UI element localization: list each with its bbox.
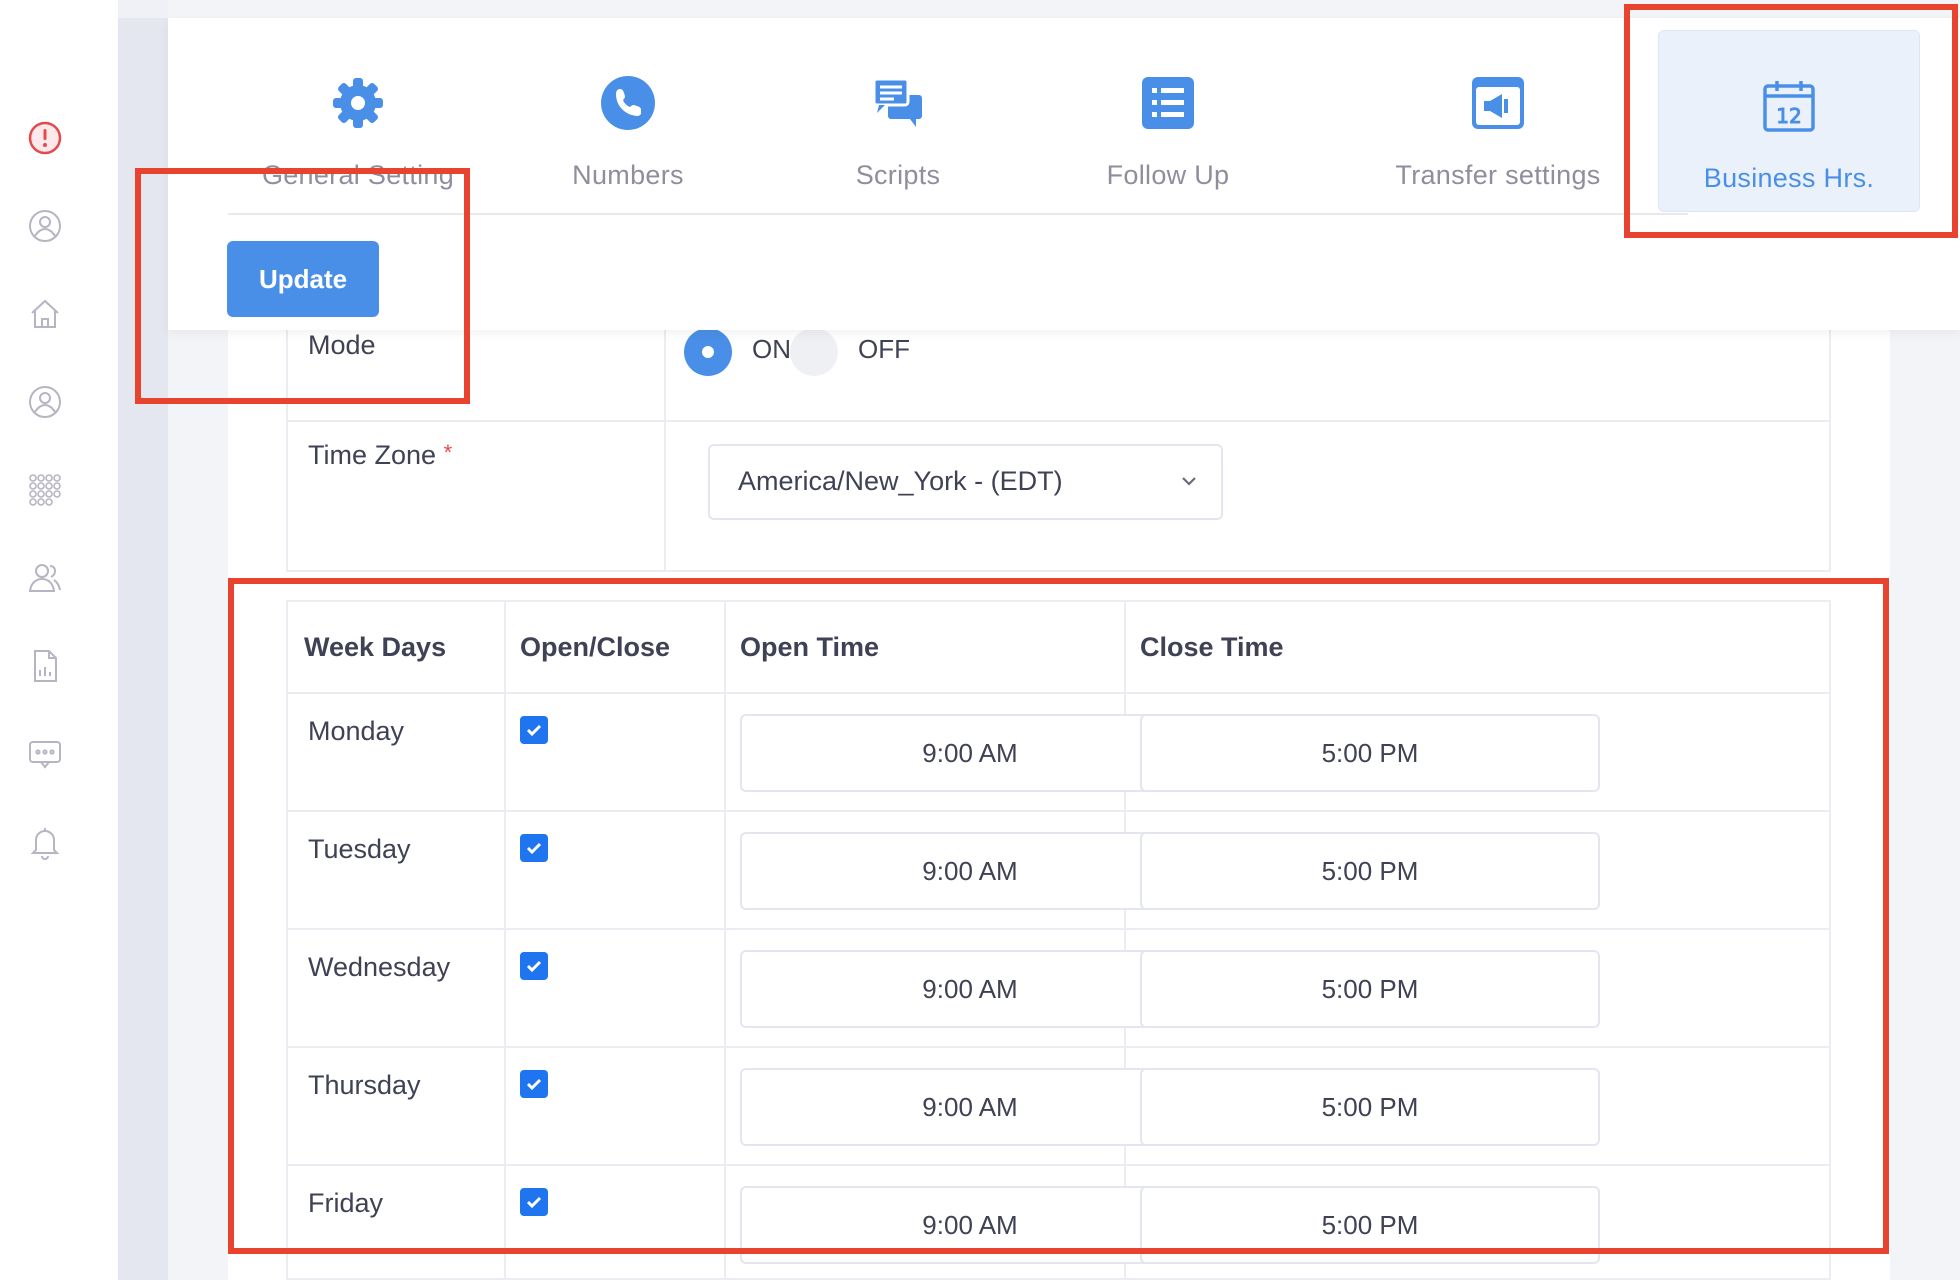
close-time-input[interactable]: 5:00 PM: [1140, 1068, 1600, 1146]
table-row-thursday: Thursday 9:00 AM 5:00 PM: [288, 1048, 1829, 1166]
tab-scripts[interactable]: Scripts: [778, 28, 1018, 218]
dots-grid-icon[interactable]: [25, 470, 65, 510]
tab-numbers[interactable]: Numbers: [508, 28, 748, 218]
settings-header: General Setting Numbers Scripts Follow U…: [168, 18, 1960, 330]
sidebar-gutter-shadow: [118, 18, 168, 1280]
svg-text:12: 12: [1776, 104, 1801, 128]
gear-icon: [328, 73, 388, 133]
timezone-row: Time Zone * America/New_York - (EDT): [288, 422, 1829, 572]
check-icon: [526, 960, 542, 973]
open-checkbox[interactable]: [520, 1188, 548, 1216]
check-icon: [526, 842, 542, 855]
tab-general-setting[interactable]: General Setting: [233, 28, 483, 218]
open-time-input[interactable]: 9:00 AM: [740, 1068, 1200, 1146]
column-divider: [664, 422, 666, 570]
open-time-input[interactable]: 9:00 AM: [740, 832, 1200, 910]
table-row-wednesday: Wednesday 9:00 AM 5:00 PM: [288, 930, 1829, 1048]
open-checkbox[interactable]: [520, 1070, 548, 1098]
tab-business-hrs[interactable]: 12 Business Hrs.: [1658, 30, 1920, 212]
close-time-input[interactable]: 5:00 PM: [1140, 714, 1600, 792]
business-hours-table: Week Days Open/Close Open Time Close Tim…: [286, 600, 1831, 1280]
tab-label: Transfer settings: [1395, 160, 1601, 190]
list-icon: [1138, 73, 1198, 133]
open-time-input[interactable]: 9:00 AM: [740, 714, 1200, 792]
close-time-input[interactable]: 5:00 PM: [1140, 950, 1600, 1028]
check-icon: [526, 1196, 542, 1209]
chevron-down-icon: [1182, 477, 1196, 486]
alert-circle-icon[interactable]: [25, 118, 65, 158]
timezone-select[interactable]: America/New_York - (EDT): [708, 444, 1223, 520]
open-checkbox[interactable]: [520, 952, 548, 980]
table-row-friday: Friday 9:00 AM 5:00 PM: [288, 1166, 1829, 1280]
settings-form: Mode ON OFF Time Zone * America/New_York…: [286, 328, 1831, 572]
mode-off-radio[interactable]: [790, 328, 838, 376]
required-mark: *: [443, 440, 453, 465]
check-icon: [526, 1078, 542, 1091]
user-circle-icon[interactable]: [25, 206, 65, 246]
day-label: Monday: [308, 716, 405, 746]
header-open-time: Open Time: [740, 632, 880, 662]
users-icon[interactable]: [25, 558, 65, 598]
day-label: Friday: [308, 1188, 384, 1218]
open-time-input[interactable]: 9:00 AM: [740, 1186, 1200, 1264]
update-button[interactable]: Update: [227, 241, 379, 317]
tab-label: Business Hrs.: [1703, 163, 1875, 193]
tab-transfer-settings[interactable]: Transfer settings: [1373, 28, 1623, 218]
header-open-close: Open/Close: [520, 632, 671, 662]
close-time-input[interactable]: 5:00 PM: [1140, 1186, 1600, 1264]
close-time-input[interactable]: 5:00 PM: [1140, 832, 1600, 910]
check-icon: [526, 724, 542, 737]
mode-row: Mode ON OFF: [288, 328, 1829, 422]
mode-on-radio[interactable]: [684, 328, 732, 376]
header-week-days: Week Days: [304, 632, 447, 662]
day-label: Wednesday: [308, 952, 451, 982]
mode-off-label: OFF: [858, 334, 910, 364]
chat-icon[interactable]: [25, 734, 65, 774]
tab-label: Numbers: [572, 160, 684, 190]
header-close-time: Close Time: [1140, 632, 1284, 662]
mode-label: Mode: [308, 330, 376, 360]
user-circle-icon[interactable]: [25, 382, 65, 422]
day-label: Tuesday: [308, 834, 411, 864]
open-checkbox[interactable]: [520, 716, 548, 744]
phone-icon: [598, 73, 658, 133]
timezone-label: Time Zone *: [308, 440, 452, 471]
open-time-input[interactable]: 9:00 AM: [740, 950, 1200, 1028]
mode-on-label: ON: [752, 334, 791, 364]
day-label: Thursday: [308, 1070, 421, 1100]
timezone-label-text: Time Zone: [308, 440, 437, 470]
megaphone-icon: [1468, 73, 1528, 133]
tab-follow-up[interactable]: Follow Up: [1048, 28, 1288, 218]
table-header-row: Week Days Open/Close Open Time Close Tim…: [288, 602, 1829, 694]
table-row-monday: Monday 9:00 AM 5:00 PM: [288, 694, 1829, 812]
sidebar: [0, 0, 118, 1280]
column-divider: [664, 330, 666, 420]
tab-divider: [228, 213, 1688, 215]
chat-bubbles-icon: [868, 73, 928, 133]
tab-label: General Setting: [261, 160, 455, 190]
tab-label: Scripts: [855, 160, 941, 190]
table-row-tuesday: Tuesday 9:00 AM 5:00 PM: [288, 812, 1829, 930]
home-icon[interactable]: [25, 294, 65, 334]
report-icon[interactable]: [25, 646, 65, 686]
calendar-icon: 12: [1759, 76, 1819, 136]
tab-label: Follow Up: [1106, 160, 1230, 190]
timezone-value: America/New_York - (EDT): [738, 466, 1063, 496]
business-hours-card: Mode ON OFF Time Zone * America/New_York…: [228, 328, 1890, 1280]
bell-icon[interactable]: [25, 822, 65, 862]
open-checkbox[interactable]: [520, 834, 548, 862]
